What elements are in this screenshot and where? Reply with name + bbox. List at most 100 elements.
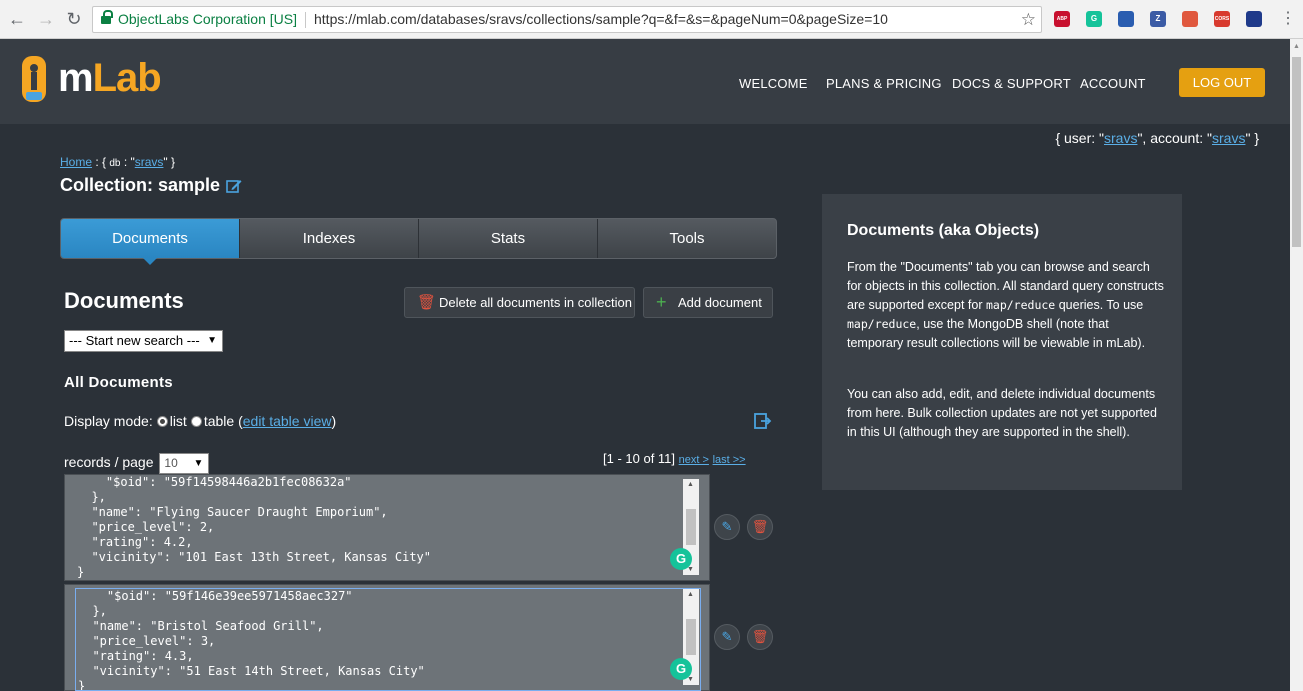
breadcrumb: Home : { db : "sravs" } <box>60 155 175 169</box>
nav-account[interactable]: ACCOUNT <box>1080 76 1146 91</box>
grammarly-icon[interactable]: G <box>1086 11 1102 27</box>
help-paragraph-2: You can also add, edit, and delete indiv… <box>847 387 1157 439</box>
page-scrollbar[interactable]: ▲ <box>1290 39 1303 691</box>
breadcrumb-home[interactable]: Home <box>60 155 92 169</box>
site-org: ObjectLabs Corporation [US] <box>118 11 297 27</box>
delete-document-icon[interactable]: 🗑 <box>747 514 773 540</box>
search-select[interactable]: --- Start new search --- ▼ <box>64 330 223 352</box>
tab-documents[interactable]: Documents <box>61 219 240 265</box>
mode-list-label: list <box>169 413 187 429</box>
user-prefix: { user: " <box>1055 130 1104 146</box>
mode-close: ) <box>331 413 337 429</box>
trash-icon: 🗑 <box>417 294 437 311</box>
select-arrow-icon: ▼ <box>193 458 204 469</box>
collection-title: Collection: sample <box>60 175 242 196</box>
edit-collection-icon[interactable] <box>226 178 242 194</box>
account-link[interactable]: sravs <box>1212 130 1245 146</box>
reload-icon[interactable]: ↻ <box>63 8 85 30</box>
breadcrumb-db-end: " } <box>163 155 176 169</box>
help-paragraph-1: From the "Documents" tab you can browse … <box>847 258 1165 353</box>
documents-heading: Documents <box>64 288 184 313</box>
document-row: "$oid": "59f146e39ee5971458aec327" }, "n… <box>64 584 710 691</box>
search-select-value: --- Start new search --- <box>69 333 200 348</box>
radio-table[interactable] <box>190 416 202 427</box>
delete-document-icon[interactable]: 🗑 <box>747 624 773 650</box>
display-mode-label: Display mode: <box>64 413 153 429</box>
tab-stats[interactable]: Stats <box>419 219 598 258</box>
nav-docs-support[interactable]: DOCS & SUPPORT <box>952 76 1071 91</box>
lock-icon <box>101 10 113 25</box>
site-header: mLab WELCOME PLANS & PRICING DOCS & SUPP… <box>0 39 1290 124</box>
breadcrumb-db-key: db <box>109 158 121 169</box>
help-title: Documents (aka Objects) <box>847 222 1040 239</box>
collection-tabs: Documents Indexes Stats Tools <box>60 218 777 265</box>
breadcrumb-db-mid: : " <box>120 155 135 169</box>
grammarly-badge-icon[interactable]: G <box>670 658 692 680</box>
all-documents-heading: All Documents <box>64 374 173 391</box>
add-document-label: Add document <box>678 295 762 310</box>
address-bar[interactable]: ObjectLabs Corporation [US] https://mlab… <box>92 6 1042 33</box>
scroll-up-icon[interactable]: ▲ <box>1293 43 1300 50</box>
adblock-icon[interactable]: ABP <box>1054 11 1070 27</box>
page-size-select[interactable]: 10 ▼ <box>159 453 210 474</box>
back-arrow-icon[interactable]: ← <box>6 8 28 30</box>
scroll-up-icon[interactable]: ▲ <box>687 591 694 598</box>
logout-button[interactable]: LOG OUT <box>1179 68 1265 97</box>
url-text[interactable]: https://mlab.com/databases/sravs/collect… <box>314 7 888 32</box>
scroll-up-icon[interactable]: ▲ <box>687 481 694 488</box>
delete-all-button[interactable]: 🗑 Delete all documents in collection <box>404 287 635 318</box>
document-row: "$oid": "59f14598446a2b1fec08632a" }, "n… <box>64 474 710 581</box>
pager: [1 - 10 of 11] next > last >> <box>603 451 746 466</box>
grammarly-badge-icon[interactable]: G <box>670 548 692 570</box>
edit-table-view-link[interactable]: edit table view <box>243 413 332 429</box>
zotero-icon[interactable]: Z <box>1150 11 1166 27</box>
bookmark-star-icon[interactable]: ☆ <box>1021 7 1036 32</box>
nav-plans-pricing[interactable]: PLANS & PRICING <box>826 76 942 91</box>
browser-toolbar: ← → ↻ ObjectLabs Corporation [US] https:… <box>0 0 1303 39</box>
help-panel: Documents (aka Objects) From the "Docume… <box>822 194 1182 490</box>
scrollbar-thumb[interactable] <box>1292 57 1301 247</box>
bookmark-ext-icon[interactable] <box>1118 11 1134 27</box>
document-scroll-thumb[interactable] <box>686 619 696 655</box>
document-scroll-thumb[interactable] <box>686 509 696 545</box>
help-code: map/reduce <box>847 317 917 331</box>
cors-icon[interactable]: CORS <box>1214 11 1230 27</box>
record-range: [1 - 10 of 11] <box>603 451 676 466</box>
collection-name: sample <box>158 175 221 195</box>
forward-arrow-icon[interactable]: → <box>35 8 57 30</box>
export-icon[interactable] <box>754 412 772 430</box>
flag-ext-icon[interactable] <box>1246 11 1262 27</box>
records-label: records / page <box>64 454 154 471</box>
edit-document-icon[interactable]: ✎ <box>714 624 740 650</box>
tab-tools[interactable]: Tools <box>598 219 776 258</box>
collection-prefix: Collection: <box>60 175 158 195</box>
edit-document-icon[interactable]: ✎ <box>714 514 740 540</box>
next-link[interactable]: next > <box>679 454 709 466</box>
display-mode: Display mode: list table (edit table view) <box>64 413 336 429</box>
account-prefix: ", account: " <box>1137 130 1212 146</box>
browser-menu-icon[interactable]: ⋮ <box>1280 9 1296 29</box>
mlab-logo-icon[interactable] <box>20 54 48 106</box>
puzzle-ext-icon[interactable] <box>1182 11 1198 27</box>
records-per-page: records / page 10 ▼ <box>64 453 210 474</box>
radio-list[interactable] <box>156 416 168 427</box>
delete-all-label: Delete all documents in collection <box>439 295 632 310</box>
user-info-suffix: " } <box>1245 130 1259 146</box>
url-separator <box>305 12 306 28</box>
user-link[interactable]: sravs <box>1104 130 1137 146</box>
select-arrow-icon: ▼ <box>207 335 217 346</box>
mode-table-label: table ( <box>203 413 243 429</box>
logo-lab: Lab <box>92 56 162 100</box>
breadcrumb-sep: : { <box>92 155 110 169</box>
document-editor[interactable]: "$oid": "59f146e39ee5971458aec327" }, "n… <box>75 588 701 691</box>
nav-welcome[interactable]: WELCOME <box>739 76 808 91</box>
mlab-logo-text[interactable]: mLab <box>58 56 162 101</box>
tab-indexes[interactable]: Indexes <box>240 219 419 258</box>
help-text: queries. To use <box>1055 298 1144 312</box>
document-editor[interactable]: "$oid": "59f14598446a2b1fec08632a" }, "n… <box>75 475 701 578</box>
breadcrumb-db-link[interactable]: sravs <box>135 155 164 169</box>
add-document-button[interactable]: + Add document <box>643 287 773 318</box>
last-link[interactable]: last >> <box>713 454 746 466</box>
help-code: map/reduce <box>985 298 1056 312</box>
plus-icon: + <box>656 292 667 312</box>
